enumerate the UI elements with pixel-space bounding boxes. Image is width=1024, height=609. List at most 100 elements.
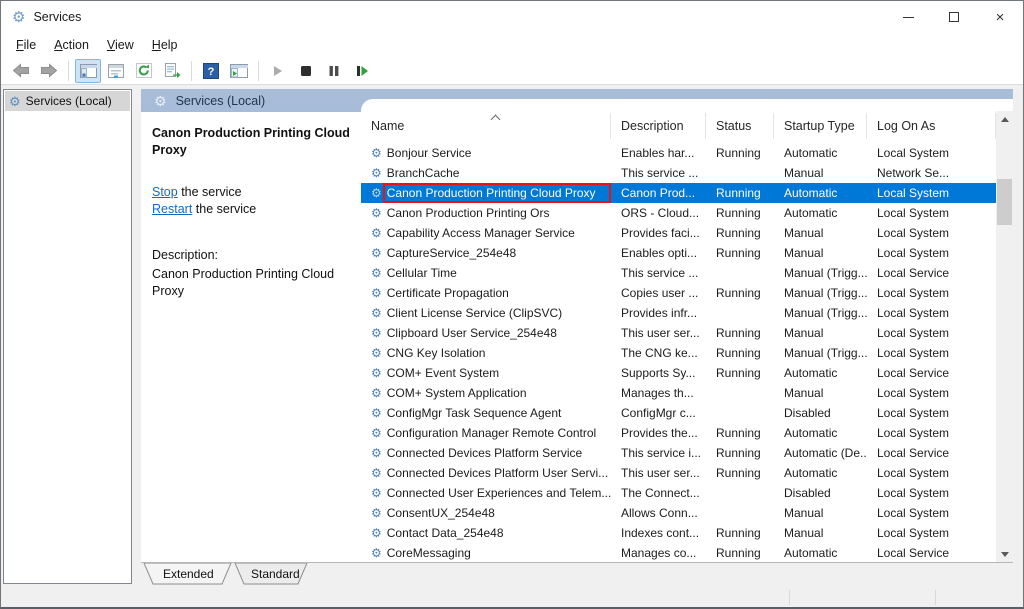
restart-service-button[interactable] [349, 59, 375, 83]
service-status-cell: Running [706, 343, 774, 363]
service-list-card: Name Description Status Startup Type Log… [361, 99, 1013, 562]
back-button[interactable] [8, 59, 34, 83]
table-row[interactable]: ⚙Connected Devices Platform User Servi..… [361, 463, 996, 483]
service-description-cell: The Connect... [611, 483, 706, 503]
table-row[interactable]: ⚙Connected Devices Platform ServiceThis … [361, 443, 996, 463]
service-name-cell: ⚙Clipboard User Service_254e48 [361, 323, 611, 343]
svg-text:?: ? [208, 66, 215, 78]
service-description-cell: This user ser... [611, 463, 706, 483]
export-list-button[interactable] [159, 59, 185, 83]
table-row[interactable]: ⚙ConsentUX_254e48Allows Conn...ManualLoc… [361, 503, 996, 523]
forward-button[interactable] [36, 59, 62, 83]
service-description-cell: Manages th... [611, 383, 706, 403]
console-tree-icon [80, 64, 97, 78]
properties-button[interactable] [103, 59, 129, 83]
table-row[interactable]: ⚙Certificate PropagationCopies user ...R… [361, 283, 996, 303]
service-gear-icon: ⚙ [371, 347, 382, 359]
table-row[interactable]: ⚙COM+ System ApplicationManages th...Man… [361, 383, 996, 403]
service-status-cell: Running [706, 543, 774, 562]
service-status-cell: Running [706, 443, 774, 463]
column-header-startup-type[interactable]: Startup Type [774, 113, 867, 139]
service-table-body: ⚙Bonjour ServiceEnables har...RunningAut… [361, 143, 996, 562]
service-log-on-as-cell: Local System [867, 523, 996, 543]
menu-help[interactable]: Help [143, 35, 187, 55]
scroll-up-button[interactable] [996, 111, 1013, 127]
service-status-cell: Running [706, 423, 774, 443]
service-name-cell: ⚙Certificate Propagation [361, 283, 611, 303]
service-log-on-as-cell: Local System [867, 223, 996, 243]
service-log-on-as-cell: Local System [867, 483, 996, 503]
service-gear-icon: ⚙ [371, 267, 382, 279]
scroll-down-button[interactable] [996, 546, 1013, 562]
table-row[interactable]: ⚙CoreMessagingManages co...RunningAutoma… [361, 543, 996, 562]
restart-icon [356, 65, 369, 77]
table-row[interactable]: ⚙Client License Service (ClipSVC)Provide… [361, 303, 996, 323]
services-pane: ⚙ Services (Local) Canon Production Prin… [141, 89, 1013, 563]
tab-standard-label[interactable]: Standard [251, 567, 300, 581]
service-log-on-as-cell: Local System [867, 383, 996, 403]
service-gear-icon: ⚙ [371, 187, 382, 199]
column-header-status[interactable]: Status [706, 113, 774, 139]
service-log-on-as-cell: Local System [867, 463, 996, 483]
menu-file[interactable]: File [7, 35, 45, 55]
table-row[interactable]: ⚙Canon Production Printing Cloud ProxyCa… [361, 183, 996, 203]
service-status-cell: Running [706, 523, 774, 543]
table-row[interactable]: ⚙BranchCacheThis service ...ManualNetwor… [361, 163, 996, 183]
table-row[interactable]: ⚙CNG Key IsolationThe CNG ke...RunningMa… [361, 343, 996, 363]
pane-header-label: Services (Local) [176, 94, 266, 108]
column-header-startup-type-label: Startup Type [784, 119, 855, 133]
service-name-text: Clipboard User Service_254e48 [387, 326, 557, 340]
show-console-tree-button[interactable] [75, 59, 101, 83]
stop-service-button[interactable] [293, 59, 319, 83]
table-row[interactable]: ⚙Bonjour ServiceEnables har...RunningAut… [361, 143, 996, 163]
service-name-cell: ⚙ConfigMgr Task Sequence Agent [361, 403, 611, 423]
table-row[interactable]: ⚙Cellular TimeThis service ...Manual (Tr… [361, 263, 996, 283]
column-header-name[interactable]: Name [361, 113, 611, 139]
menu-view[interactable]: View [98, 35, 143, 55]
menu-action[interactable]: Action [45, 35, 98, 55]
stop-service-link[interactable]: Stop [152, 185, 178, 199]
pause-service-button[interactable] [321, 59, 347, 83]
service-startup-type-cell: Manual [774, 523, 867, 543]
table-row[interactable]: ⚙Clipboard User Service_254e48This user … [361, 323, 996, 343]
service-name-text: Cellular Time [387, 266, 457, 280]
refresh-button[interactable] [131, 59, 157, 83]
description-label: Description: [152, 248, 349, 262]
service-name-text: COM+ System Application [387, 386, 527, 400]
table-row[interactable]: ⚙Capability Access Manager ServiceProvid… [361, 223, 996, 243]
restart-service-line-text: the service [192, 202, 256, 216]
export-list-icon [164, 63, 181, 78]
table-row[interactable]: ⚙Connected User Experiences and Telem...… [361, 483, 996, 503]
restart-service-link[interactable]: Restart [152, 202, 192, 216]
show-action-pane-button[interactable] [226, 59, 252, 83]
service-description-cell: This service ... [611, 263, 706, 283]
scrollbar-thumb[interactable] [997, 179, 1012, 225]
service-description-cell: Canon Prod... [611, 183, 706, 203]
start-service-button[interactable] [265, 59, 291, 83]
table-row[interactable]: ⚙COM+ Event SystemSupports Sy...RunningA… [361, 363, 996, 383]
vertical-scrollbar[interactable] [996, 111, 1013, 562]
service-description-cell: Enables opti... [611, 243, 706, 263]
minimize-button[interactable] [885, 1, 931, 33]
tree-item-services-local[interactable]: ⚙ Services (Local) [5, 91, 130, 111]
maximize-button[interactable] [931, 1, 977, 33]
maximize-icon [949, 12, 959, 22]
service-status-cell: Running [706, 243, 774, 263]
column-header-description[interactable]: Description [611, 113, 706, 139]
help-button[interactable]: ? [198, 59, 224, 83]
service-startup-type-cell: Manual (Trigg... [774, 283, 867, 303]
service-startup-type-cell: Automatic [774, 183, 867, 203]
tab-extended-label[interactable]: Extended [163, 567, 214, 581]
stop-service-line-text: the service [178, 185, 242, 199]
table-row[interactable]: ⚙CaptureService_254e48Enables opti...Run… [361, 243, 996, 263]
column-header-log-on-as[interactable]: Log On As [867, 113, 996, 139]
close-button[interactable]: × [977, 1, 1023, 33]
table-row[interactable]: ⚙Configuration Manager Remote ControlPro… [361, 423, 996, 443]
table-row[interactable]: ⚙Contact Data_254e48Indexes cont...Runni… [361, 523, 996, 543]
service-name-text: Bonjour Service [387, 146, 472, 160]
table-row[interactable]: ⚙Canon Production Printing OrsORS - Clou… [361, 203, 996, 223]
service-description-cell: Provides faci... [611, 223, 706, 243]
service-gear-icon: ⚙ [371, 287, 382, 299]
table-row[interactable]: ⚙ConfigMgr Task Sequence AgentConfigMgr … [361, 403, 996, 423]
service-description-cell: Provides the... [611, 423, 706, 443]
